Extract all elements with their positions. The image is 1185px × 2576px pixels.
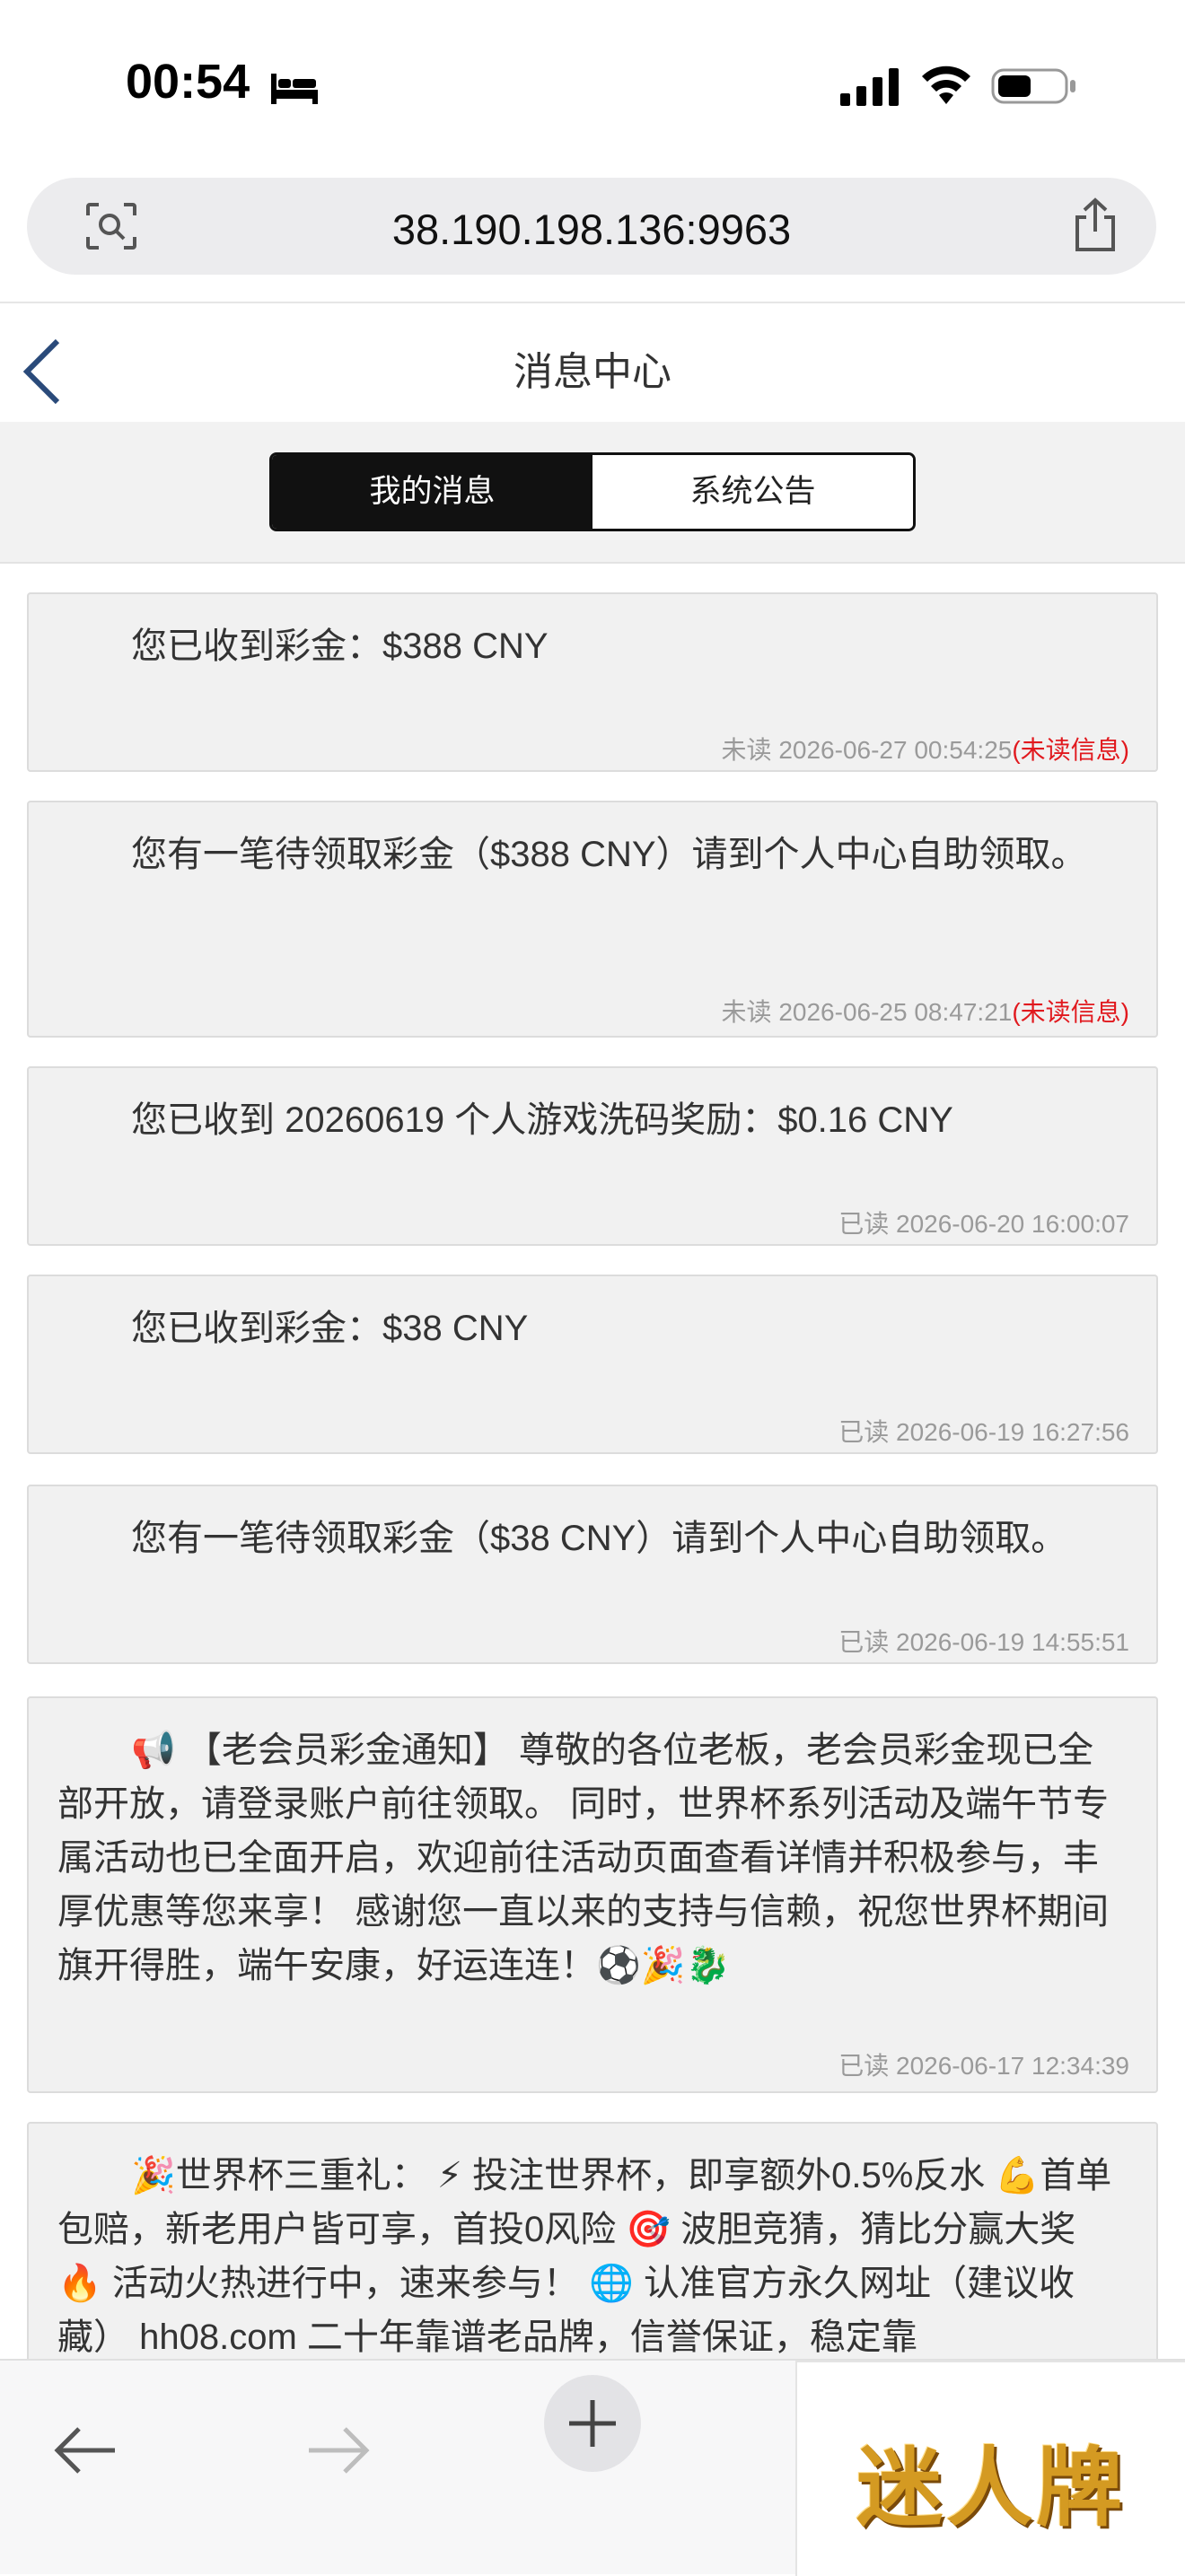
- forward-arrow-icon[interactable]: [305, 2423, 372, 2477]
- bed-icon: [271, 74, 318, 104]
- read-status: 已读: [838, 1418, 890, 1446]
- message-text: 🎉世界杯三重礼： ⚡ 投注世界杯，即享额外0.5%反水 💪首单包赔，新老用户皆可…: [57, 2156, 1112, 2357]
- message-text: 您已收到彩金：$38 CNY: [131, 1309, 529, 1348]
- message-card[interactable]: 您已收到 20260619 个人游戏洗码奖励：$0.16 CNY 已读 2026…: [27, 1066, 1158, 1246]
- message-card[interactable]: 您已收到彩金：$38 CNY 已读 2026-06-19 16:27:56: [27, 1275, 1158, 1454]
- tab-bar: 我的消息 系统公告: [0, 422, 1185, 564]
- message-text: 您有一笔待领取彩金（$38 CNY）请到个人中心自助领取。: [131, 1519, 1067, 1558]
- message-timestamp: 2026-06-19 14:55:51: [896, 1628, 1129, 1656]
- message-list: 您已收到彩金：$388 CNY 未读 2026-06-27 00:54:25(未…: [0, 564, 1185, 2359]
- read-status: 已读: [838, 1628, 890, 1656]
- browser-toolbar: 迷人牌: [0, 2359, 1185, 2576]
- tab-my-messages[interactable]: 我的消息: [272, 455, 592, 529]
- message-text: 您有一笔待领取彩金（$388 CNY）请到个人中心自助领取。: [131, 835, 1087, 874]
- read-status: 已读: [838, 2052, 890, 2080]
- message-timestamp: 2026-06-25 08:47:21: [778, 998, 1013, 1026]
- address-bar[interactable]: 38.190.198.136:9963: [27, 178, 1156, 275]
- share-icon[interactable]: [1070, 197, 1120, 253]
- tab-system-announcements[interactable]: 系统公告: [592, 455, 913, 529]
- segmented-control: 我的消息 系统公告: [269, 452, 916, 531]
- message-text: 📢 【老会员彩金通知】 尊敬的各位老板，老会员彩金现已全部开放，请登录账户前往领…: [57, 1730, 1110, 1985]
- message-timestamp: 2026-06-19 16:27:56: [896, 1418, 1129, 1446]
- read-status: 已读: [838, 1210, 890, 1238]
- new-tab-button[interactable]: [544, 2375, 641, 2472]
- message-meta: 已读 2026-06-17 12:34:39: [838, 2046, 1129, 2082]
- message-meta: 未读 2026-06-27 00:54:25(未读信息): [722, 731, 1129, 767]
- message-timestamp: 2026-06-17 12:34:39: [896, 2052, 1129, 2080]
- status-time: 00:54: [126, 55, 250, 109]
- read-status: 未读: [721, 998, 772, 1026]
- message-text: 您已收到彩金：$388 CNY: [131, 626, 549, 666]
- read-status: 未读: [721, 736, 772, 764]
- message-card[interactable]: 📢 【老会员彩金通知】 尊敬的各位老板，老会员彩金现已全部开放，请登录账户前往领…: [27, 1696, 1158, 2093]
- battery-icon: [991, 68, 1075, 104]
- signal-icon: [840, 68, 899, 106]
- wifi-icon: [922, 66, 970, 104]
- watermark-text: 迷人牌: [856, 2437, 1126, 2538]
- message-card[interactable]: 您有一笔待领取彩金（$388 CNY）请到个人中心自助领取。 未读 2026-0…: [27, 801, 1158, 1038]
- message-meta: 已读 2026-06-20 16:00:07: [838, 1205, 1129, 1240]
- page-title: 消息中心: [514, 350, 672, 394]
- unread-flag: (未读信息): [1012, 736, 1129, 764]
- message-meta: 已读 2026-06-19 16:27:56: [838, 1413, 1129, 1449]
- plus-icon: [569, 2400, 616, 2447]
- back-arrow-icon[interactable]: [52, 2423, 118, 2477]
- page-header: 消息中心: [0, 302, 1185, 422]
- unread-flag: (未读信息): [1012, 998, 1129, 1026]
- message-card[interactable]: 您已收到彩金：$388 CNY 未读 2026-06-27 00:54:25(未…: [27, 592, 1158, 772]
- message-timestamp: 2026-06-20 16:00:07: [896, 1210, 1129, 1238]
- watermark-logo: 迷人牌: [795, 2361, 1185, 2576]
- message-meta: 已读 2026-06-19 14:55:51: [838, 1623, 1129, 1659]
- message-card[interactable]: 您有一笔待领取彩金（$38 CNY）请到个人中心自助领取。 已读 2026-06…: [27, 1485, 1158, 1664]
- message-timestamp: 2026-06-27 00:54:25: [778, 736, 1013, 764]
- message-meta: 未读 2026-06-25 08:47:21(未读信息): [722, 993, 1129, 1029]
- url-text[interactable]: 38.190.198.136:9963: [27, 205, 1156, 254]
- message-card[interactable]: 🎉世界杯三重礼： ⚡ 投注世界杯，即享额外0.5%反水 💪首单包赔，新老用户皆可…: [27, 2122, 1158, 2359]
- message-text: 您已收到 20260619 个人游戏洗码奖励：$0.16 CNY: [131, 1100, 953, 1140]
- status-bar: 00:54: [0, 0, 1185, 171]
